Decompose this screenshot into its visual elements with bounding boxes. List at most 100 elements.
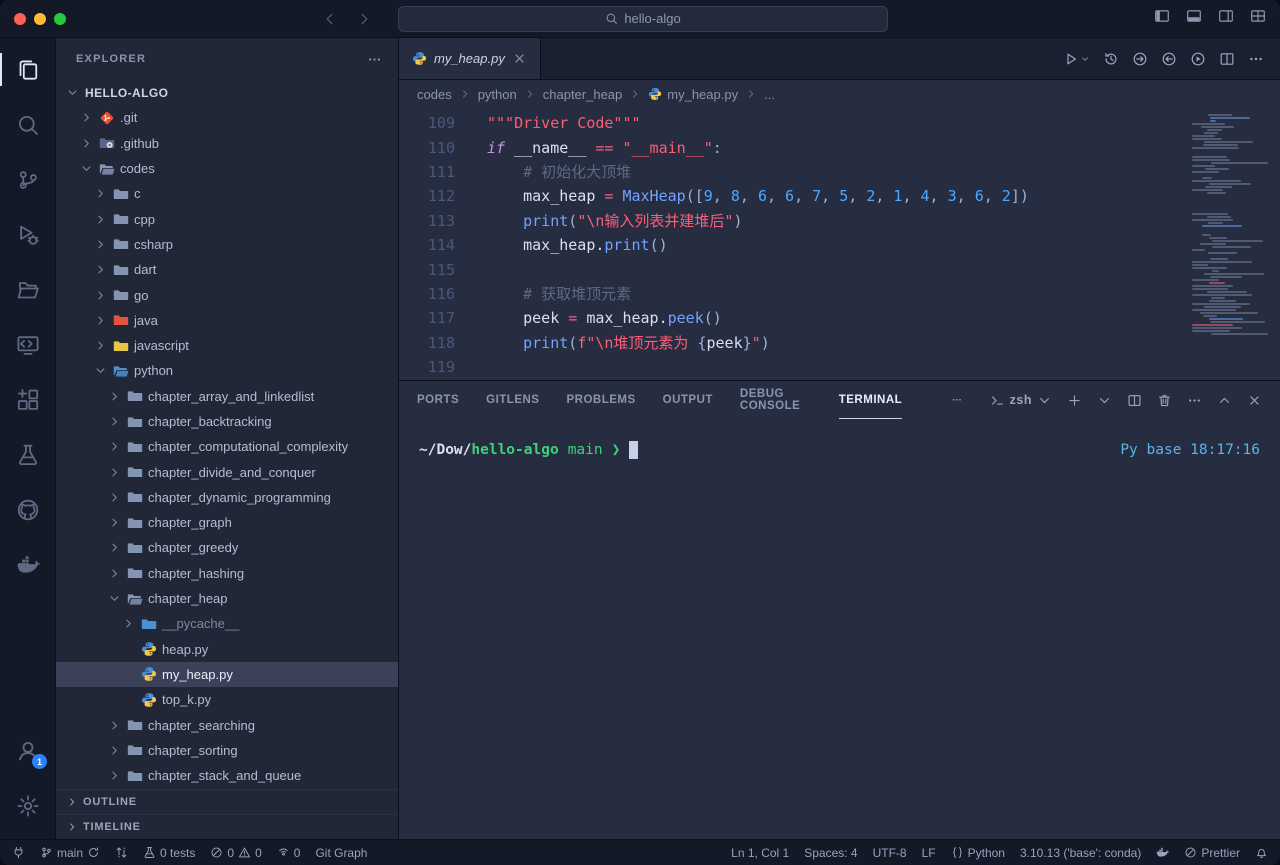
minimize-window-button[interactable]: [34, 13, 46, 25]
code-line-112[interactable]: 112 max_heap = MaxHeap([9, 8, 6, 6, 7, 5…: [399, 184, 1280, 208]
chevron-right-icon[interactable]: [78, 137, 94, 150]
shell-selector[interactable]: zsh: [990, 393, 1052, 408]
chevron-right-icon[interactable]: [92, 289, 108, 302]
statusbar-remote-indicator[interactable]: [12, 846, 25, 859]
chevron-down-icon[interactable]: [92, 364, 108, 377]
tree-item-python[interactable]: python: [56, 358, 398, 383]
tree-item-chapter-dynamic-programming[interactable]: chapter_dynamic_programming: [56, 485, 398, 510]
panel-tab-problems[interactable]: PROBLEMS: [566, 381, 635, 419]
code-line-117[interactable]: 117 peek = max_heap.peek(): [399, 306, 1280, 330]
tree-item-chapter-sorting[interactable]: chapter_sorting: [56, 738, 398, 763]
activity-source-control[interactable]: [0, 152, 56, 207]
tree-item-chapter-graph[interactable]: chapter_graph: [56, 510, 398, 535]
split-terminal[interactable]: [1127, 393, 1142, 408]
code-line-113[interactable]: 113 print("\n输入列表并建堆后"): [399, 209, 1280, 233]
timeline-section[interactable]: TIMELINE: [56, 814, 398, 839]
statusbar-forwarded-ports[interactable]: 0: [277, 846, 301, 860]
chevron-right-icon[interactable]: [106, 719, 122, 732]
statusbar-git-branch[interactable]: main: [40, 846, 100, 860]
chevron-right-icon[interactable]: [92, 263, 108, 276]
chevron-right-icon[interactable]: [106, 541, 122, 554]
panel-tab-ports[interactable]: PORTS: [417, 381, 459, 419]
code-line-115[interactable]: 115: [399, 257, 1280, 281]
breadcrumb-item-chapter-heap[interactable]: chapter_heap: [543, 87, 623, 102]
more-actions-button[interactable]: [1248, 51, 1264, 67]
activity-explorer[interactable]: [0, 42, 56, 97]
run-or-debug-button[interactable]: [1190, 51, 1206, 67]
tree-item-chapter-computational-complexity[interactable]: chapter_computational_complexity: [56, 434, 398, 459]
chevron-right-icon[interactable]: [106, 466, 122, 479]
run-python-file-button[interactable]: [1063, 51, 1090, 67]
tree-item-dart[interactable]: dart: [56, 257, 398, 282]
breadcrumb-item-[interactable]: ...: [764, 87, 775, 102]
chevron-right-icon[interactable]: [92, 238, 108, 251]
minimap[interactable]: [1192, 114, 1268, 336]
chevron-right-icon[interactable]: [106, 491, 122, 504]
chevron-right-icon[interactable]: [106, 744, 122, 757]
chevron-right-icon[interactable]: [92, 339, 108, 352]
terminal-dropdown[interactable]: [1097, 393, 1112, 408]
customize-layout[interactable]: [1250, 8, 1266, 29]
nav-forward-icon[interactable]: [356, 11, 372, 27]
chevron-right-icon[interactable]: [92, 213, 108, 226]
explorer-more-actions-icon[interactable]: [367, 52, 382, 67]
chevron-right-icon[interactable]: [106, 390, 122, 403]
statusbar-indentation[interactable]: Spaces: 4: [804, 846, 857, 860]
statusbar-notifications[interactable]: [1255, 846, 1268, 859]
chevron-right-icon[interactable]: [106, 440, 122, 453]
tree-item-pycache[interactable]: __pycache__: [56, 611, 398, 636]
statusbar-git-graph[interactable]: Git Graph: [315, 846, 367, 860]
panel-tabs-more-icon[interactable]: [951, 394, 963, 406]
zoom-window-button[interactable]: [54, 13, 66, 25]
panel-tab-debug-console[interactable]: DEBUG CONSOLE: [740, 381, 812, 419]
activity-testing[interactable]: [0, 427, 56, 482]
tree-item-my-heap-py[interactable]: my_heap.py: [56, 662, 398, 687]
tree-item-chapter-backtracking[interactable]: chapter_backtracking: [56, 409, 398, 434]
tree-item-csharp[interactable]: csharp: [56, 232, 398, 257]
code-line-116[interactable]: 116 # 获取堆顶元素: [399, 282, 1280, 306]
toggle-panel[interactable]: [1186, 8, 1202, 29]
breadcrumb-item-my-heap-py[interactable]: my_heap.py: [648, 87, 738, 102]
activity-github[interactable]: [0, 482, 56, 537]
open-changes-button[interactable]: [1132, 51, 1148, 67]
tree-item-chapter-searching[interactable]: chapter_searching: [56, 712, 398, 737]
tab-close-icon[interactable]: [512, 51, 527, 66]
activity-search[interactable]: [0, 97, 56, 152]
tree-item-github[interactable]: .github: [56, 131, 398, 156]
tree-item-codes[interactable]: codes: [56, 156, 398, 181]
activity-folder-view[interactable]: [0, 262, 56, 317]
tree-item-chapter-array-and-linkedlist[interactable]: chapter_array_and_linkedlist: [56, 384, 398, 409]
tree-item-top-k-py[interactable]: top_k.py: [56, 687, 398, 712]
chevron-right-icon[interactable]: [106, 415, 122, 428]
statusbar-language-mode[interactable]: Python: [951, 846, 1005, 860]
code-line-114[interactable]: 114 max_heap.print(): [399, 233, 1280, 257]
chevron-right-icon[interactable]: [92, 314, 108, 327]
tree-item-chapter-stack-and-queue[interactable]: chapter_stack_and_queue: [56, 763, 398, 788]
activity-remote-explorer[interactable]: [0, 317, 56, 372]
close-window-button[interactable]: [14, 13, 26, 25]
panel-tab-gitlens[interactable]: GITLENS: [486, 381, 539, 419]
statusbar-problems[interactable]: 00: [210, 846, 261, 860]
tree-item-chapter-divide-and-conquer[interactable]: chapter_divide_and_conquer: [56, 459, 398, 484]
panel-tab-output[interactable]: OUTPUT: [663, 381, 713, 419]
statusbar-prettier[interactable]: Prettier: [1184, 846, 1240, 860]
code-line-109[interactable]: 109"""Driver Code""": [399, 111, 1280, 135]
activity-extensions[interactable]: [0, 372, 56, 427]
toggle-primary-sidebar[interactable]: [1154, 8, 1170, 29]
chevron-right-icon[interactable]: [106, 769, 122, 782]
terminal[interactable]: ~/Dow/ hello-algo main ❯ Py base 18:17:1…: [399, 419, 1280, 839]
panel-tab-terminal[interactable]: TERMINAL: [839, 381, 902, 419]
file-history-button[interactable]: [1103, 51, 1119, 67]
tree-item-c[interactable]: c: [56, 181, 398, 206]
statusbar-python-interpreter[interactable]: 3.10.13 ('base': conda): [1020, 846, 1141, 860]
statusbar-encoding[interactable]: UTF-8: [873, 846, 907, 860]
tree-item-chapter-greedy[interactable]: chapter_greedy: [56, 535, 398, 560]
tree-item-cpp[interactable]: cpp: [56, 206, 398, 231]
activity-docker[interactable]: [0, 537, 56, 592]
chevron-down-icon[interactable]: [64, 86, 80, 99]
code-line-110[interactable]: 110if __name__ == "__main__":: [399, 135, 1280, 159]
activity-run-debug[interactable]: [0, 207, 56, 262]
statusbar-cursor-position[interactable]: Ln 1, Col 1: [731, 846, 789, 860]
chevron-right-icon[interactable]: [78, 111, 94, 124]
statusbar-gitlens-compare[interactable]: [115, 846, 128, 859]
